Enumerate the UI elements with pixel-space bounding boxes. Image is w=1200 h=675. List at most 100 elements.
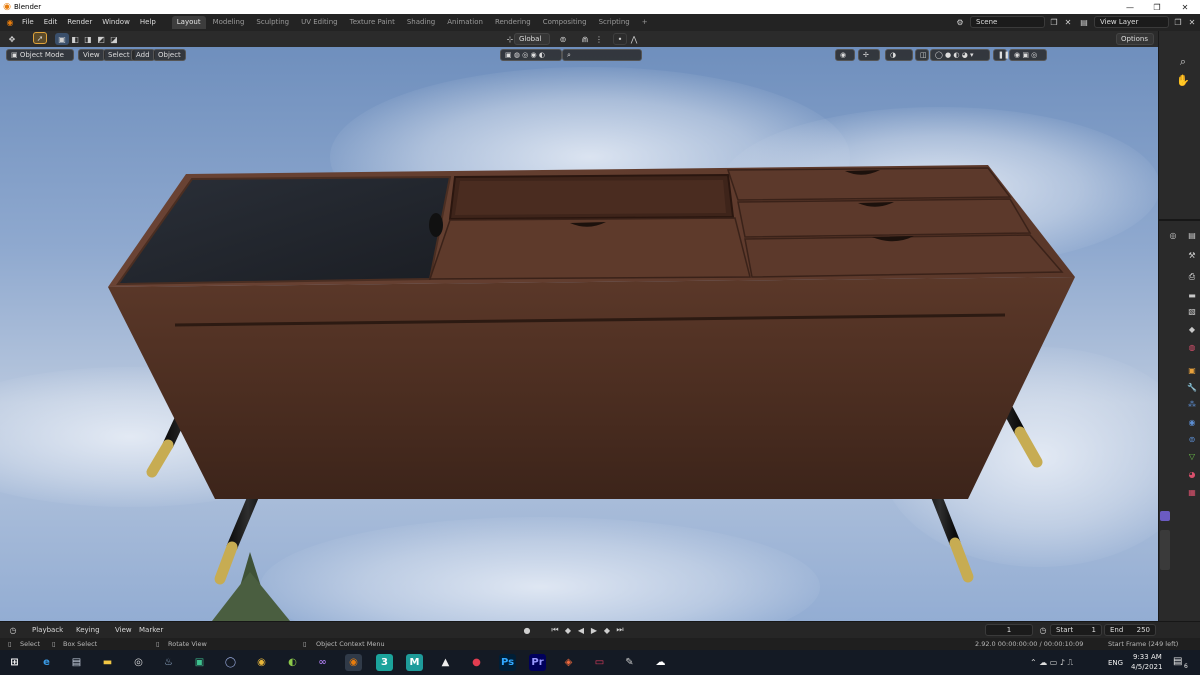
world-properties-icon[interactable]: ◍ bbox=[1186, 341, 1198, 353]
editor-type-icon[interactable]: ✥ bbox=[5, 33, 19, 45]
tab-layout[interactable]: Layout bbox=[171, 16, 206, 29]
tab-sculpting[interactable]: Sculpting bbox=[251, 16, 294, 29]
menu-help[interactable]: Help bbox=[135, 14, 161, 31]
end-frame-field[interactable]: End 250 bbox=[1104, 624, 1156, 636]
select-mode-invert-icon[interactable]: ◩ bbox=[94, 33, 108, 45]
visibility-dropdown[interactable]: ◉ bbox=[835, 49, 855, 61]
blender-menu-icon[interactable]: ◉ bbox=[3, 17, 17, 29]
menu-marker[interactable]: Marker bbox=[139, 626, 163, 634]
menu-timeline-view[interactable]: View bbox=[115, 626, 132, 634]
select-mode-intersect-icon[interactable]: ◪ bbox=[107, 33, 121, 45]
select-mode-extend-icon[interactable]: ◧ bbox=[68, 33, 82, 45]
3dsmax-icon[interactable]: 3 bbox=[376, 654, 393, 671]
menu-window[interactable]: Window bbox=[97, 14, 135, 31]
file-icon[interactable]: ▤ bbox=[68, 654, 85, 671]
object-type-filter[interactable]: ▣ ◍ ◎ ◉ ◐ bbox=[500, 49, 562, 61]
jump-end-icon[interactable]: ⏭ bbox=[613, 624, 627, 636]
current-frame-field[interactable]: 1 bbox=[985, 624, 1033, 636]
timeline-editor-icon[interactable]: ◷ bbox=[6, 624, 20, 636]
proportional-edit-icon[interactable]: • bbox=[613, 33, 627, 45]
photoshop-icon[interactable]: Ps bbox=[499, 654, 516, 671]
menu-object[interactable]: Object bbox=[153, 49, 186, 61]
windows-start-icon[interactable]: ⊞ bbox=[6, 654, 23, 671]
prev-keyframe-icon[interactable]: ◆ bbox=[561, 624, 575, 636]
record-icon[interactable]: ● bbox=[520, 624, 534, 636]
visual-studio-icon[interactable]: ∞ bbox=[314, 654, 331, 671]
view-layer-properties-icon[interactable]: ▧ bbox=[1186, 305, 1198, 317]
tab-scripting[interactable]: Scripting bbox=[594, 16, 635, 29]
tab-modeling[interactable]: Modeling bbox=[208, 16, 250, 29]
play-icon[interactable]: ▶ bbox=[587, 624, 601, 636]
premiere-icon[interactable]: Pr bbox=[529, 654, 546, 671]
preview-range-icon[interactable]: ◷ bbox=[1036, 624, 1050, 636]
delete-view-layer-icon[interactable]: ✕ bbox=[1185, 16, 1199, 28]
pivot-point-icon[interactable]: ⊚ bbox=[556, 33, 570, 45]
transform-orientation-dropdown[interactable]: Global bbox=[514, 33, 550, 45]
zoom-app-icon[interactable]: ◯ bbox=[222, 654, 239, 671]
start-frame-field[interactable]: Start 1 bbox=[1050, 624, 1102, 636]
maya-icon[interactable]: M bbox=[406, 654, 423, 671]
snap-icon[interactable]: ⋒ bbox=[578, 33, 592, 45]
onedrive-icon[interactable]: ☁ bbox=[652, 654, 669, 671]
blender-taskbar-icon[interactable]: ◉ bbox=[345, 654, 362, 671]
photos-icon[interactable]: ▲ bbox=[437, 654, 454, 671]
menu-add[interactable]: Add bbox=[131, 49, 155, 61]
zoom-view-icon[interactable]: ⌕ bbox=[1177, 55, 1189, 68]
new-view-layer-icon[interactable]: ❐ bbox=[1171, 16, 1185, 28]
snap-target-icon[interactable]: ⋮ bbox=[592, 33, 606, 45]
green-app-icon[interactable]: ◐ bbox=[284, 654, 301, 671]
clock-time[interactable]: 9:33 AM bbox=[1133, 653, 1162, 661]
select-tool-icon[interactable]: ➚ bbox=[33, 32, 47, 44]
gamepad-icon[interactable]: ▣ bbox=[191, 654, 208, 671]
viewport-visibility-group[interactable]: ◉ ▣ ◎ bbox=[1009, 49, 1047, 61]
add-workspace-button[interactable]: + bbox=[637, 16, 653, 29]
minimize-button[interactable]: — bbox=[1116, 0, 1144, 14]
output-properties-icon[interactable]: ▬ bbox=[1186, 289, 1198, 301]
xray-toggle[interactable]: ◫ bbox=[915, 49, 929, 61]
viewport-search-input[interactable]: ⌕ bbox=[562, 49, 642, 61]
red-app-icon[interactable]: ● bbox=[468, 654, 485, 671]
language-indicator[interactable]: ENG bbox=[1108, 659, 1123, 667]
material-properties-icon[interactable]: ◕ bbox=[1186, 468, 1198, 480]
particles-properties-icon[interactable]: ⁂ bbox=[1186, 398, 1198, 410]
panel-menu-icon[interactable]: ▤ bbox=[1186, 229, 1198, 241]
properties-scrollbar[interactable] bbox=[1160, 530, 1170, 570]
chrome-icon[interactable]: ◉ bbox=[253, 654, 270, 671]
gizmo-toggle[interactable]: ✢ bbox=[858, 49, 880, 61]
select-mode-new-icon[interactable]: ▣ bbox=[55, 33, 69, 45]
object-properties-icon[interactable]: ▣ bbox=[1186, 364, 1198, 376]
edge-icon[interactable]: e bbox=[38, 654, 55, 671]
shading-mode-group[interactable]: ◯ ● ◐ ◕ ▾ bbox=[930, 49, 990, 61]
render-properties-icon[interactable]: ⎙ bbox=[1186, 271, 1198, 283]
menu-select[interactable]: Select bbox=[103, 49, 135, 61]
media-app-icon[interactable]: ▭ bbox=[591, 654, 608, 671]
next-keyframe-icon[interactable]: ◆ bbox=[600, 624, 614, 636]
scene-properties-icon[interactable]: ◆ bbox=[1186, 323, 1198, 335]
tray-icons[interactable]: ⌃ ☁ ▭ ♪ ⎍ bbox=[1030, 658, 1073, 668]
view-layer-icon[interactable]: ▤ bbox=[1077, 16, 1091, 28]
physics-properties-icon[interactable]: ◉ bbox=[1186, 416, 1198, 428]
paint-icon[interactable]: ◈ bbox=[560, 654, 577, 671]
hand-pan-icon[interactable]: ✋ bbox=[1176, 74, 1190, 87]
menu-keying[interactable]: Keying bbox=[76, 626, 100, 634]
menu-playback[interactable]: Playback bbox=[32, 626, 63, 634]
tab-uv-editing[interactable]: UV Editing bbox=[296, 16, 343, 29]
menu-render[interactable]: Render bbox=[62, 14, 97, 31]
view-layer-field[interactable]: View Layer bbox=[1094, 16, 1169, 28]
data-properties-icon[interactable]: ▽ bbox=[1186, 450, 1198, 462]
obs-icon[interactable]: ◎ bbox=[130, 654, 147, 671]
menu-file[interactable]: File bbox=[17, 14, 39, 31]
maximize-button[interactable]: ❐ bbox=[1143, 0, 1171, 14]
tab-compositing[interactable]: Compositing bbox=[538, 16, 592, 29]
select-mode-subtract-icon[interactable]: ◨ bbox=[81, 33, 95, 45]
brush-app-icon[interactable]: ✎ bbox=[621, 654, 638, 671]
scene-icon[interactable]: ⚙ bbox=[953, 16, 967, 28]
tab-rendering[interactable]: Rendering bbox=[490, 16, 536, 29]
file-explorer-icon[interactable]: ▬ bbox=[99, 654, 116, 671]
falloff-icon[interactable]: ⋀ bbox=[627, 33, 641, 45]
notification-icon[interactable]: ▤ bbox=[1173, 656, 1182, 667]
close-window-button[interactable]: ✕ bbox=[1171, 0, 1199, 14]
new-scene-icon[interactable]: ❐ bbox=[1047, 16, 1061, 28]
options-dropdown[interactable]: Options bbox=[1116, 33, 1154, 45]
menu-edit[interactable]: Edit bbox=[39, 14, 63, 31]
